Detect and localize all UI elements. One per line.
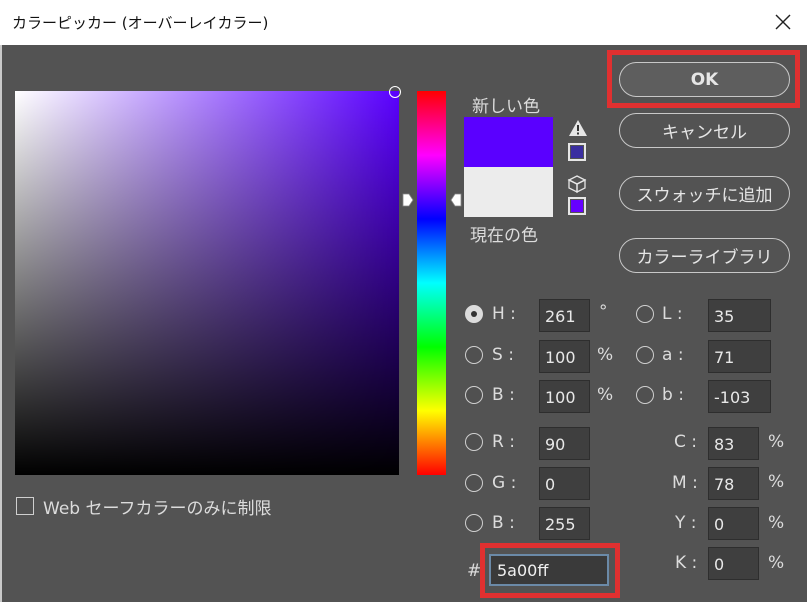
radio-r[interactable] xyxy=(465,433,483,451)
close-icon xyxy=(775,14,791,30)
h-input[interactable]: 261 xyxy=(539,299,590,332)
radio-l[interactable] xyxy=(636,305,654,323)
web-safe-only-label: Web セーフカラーのみに制限 xyxy=(43,499,272,519)
k-input[interactable]: 0 xyxy=(708,547,759,580)
y-input[interactable]: 0 xyxy=(708,507,759,540)
color-field-marker[interactable] xyxy=(389,86,401,98)
radio-b[interactable] xyxy=(465,386,483,404)
cube-icon[interactable] xyxy=(567,174,587,194)
lab-b-label: b : xyxy=(662,385,684,405)
g-input[interactable]: 0 xyxy=(539,467,590,500)
b-unit: % xyxy=(597,385,614,405)
a-input[interactable]: 71 xyxy=(708,340,771,373)
cancel-button[interactable]: キャンセル xyxy=(619,113,790,148)
hue-slider-left-handle[interactable] xyxy=(402,193,414,207)
hue-slider-right-handle[interactable] xyxy=(450,193,462,207)
k-unit: % xyxy=(768,553,785,573)
gamut-color-swatch[interactable] xyxy=(568,143,586,161)
s-label: S : xyxy=(492,345,514,365)
r-input[interactable]: 90 xyxy=(539,427,590,460)
radio-g[interactable] xyxy=(465,474,483,492)
current-color-label: 現在の色 xyxy=(470,226,538,246)
radio-a[interactable] xyxy=(636,346,654,364)
new-color-swatch xyxy=(464,117,553,167)
s-unit: % xyxy=(597,345,614,365)
g-label: G : xyxy=(492,473,517,493)
hue-slider[interactable] xyxy=(417,91,446,475)
h-label: H : xyxy=(492,304,516,324)
a-label: a : xyxy=(662,345,684,365)
k-label: K : xyxy=(675,553,698,573)
h-unit: ° xyxy=(599,302,608,322)
l-input[interactable]: 35 xyxy=(708,299,771,332)
window-frame xyxy=(0,45,2,602)
l-label: L : xyxy=(662,304,683,324)
c-unit: % xyxy=(768,432,785,452)
rgb-b-label: B : xyxy=(492,513,515,533)
c-input[interactable]: 83 xyxy=(708,427,759,460)
rgb-b-input[interactable]: 255 xyxy=(539,507,590,540)
web-safe-only-checkbox[interactable] xyxy=(16,497,34,515)
m-unit: % xyxy=(768,472,785,492)
r-label: R : xyxy=(492,432,515,452)
add-to-swatches-button[interactable]: スウォッチに追加 xyxy=(619,176,790,211)
m-label: M : xyxy=(672,473,698,493)
title-bar: カラーピッカー (オーバーレイカラー) xyxy=(0,0,807,45)
s-input[interactable]: 100 xyxy=(539,340,590,373)
radio-lab-b[interactable] xyxy=(636,386,654,404)
c-label: C : xyxy=(674,432,698,452)
b-input[interactable]: 100 xyxy=(539,380,590,413)
y-label: Y : xyxy=(675,513,697,533)
color-field[interactable] xyxy=(15,91,399,475)
color-libraries-button[interactable]: カラーライブラリ xyxy=(619,238,790,273)
radio-rgb-b[interactable] xyxy=(465,514,483,532)
radio-h[interactable] xyxy=(465,305,483,323)
window-title: カラーピッカー (オーバーレイカラー) xyxy=(12,14,269,32)
close-button[interactable] xyxy=(765,4,801,40)
web-safe-color-swatch[interactable] xyxy=(568,197,586,215)
warning-triangle-icon[interactable] xyxy=(568,119,588,137)
new-color-label: 新しい色 xyxy=(472,97,540,117)
ok-button-highlight xyxy=(607,50,800,108)
lab-b-input[interactable]: -103 xyxy=(708,380,771,413)
current-color-swatch[interactable] xyxy=(464,167,553,217)
b-label: B : xyxy=(492,385,515,405)
radio-s[interactable] xyxy=(465,346,483,364)
y-unit: % xyxy=(768,513,785,533)
m-input[interactable]: 78 xyxy=(708,467,759,500)
hex-input-highlight xyxy=(480,543,620,598)
